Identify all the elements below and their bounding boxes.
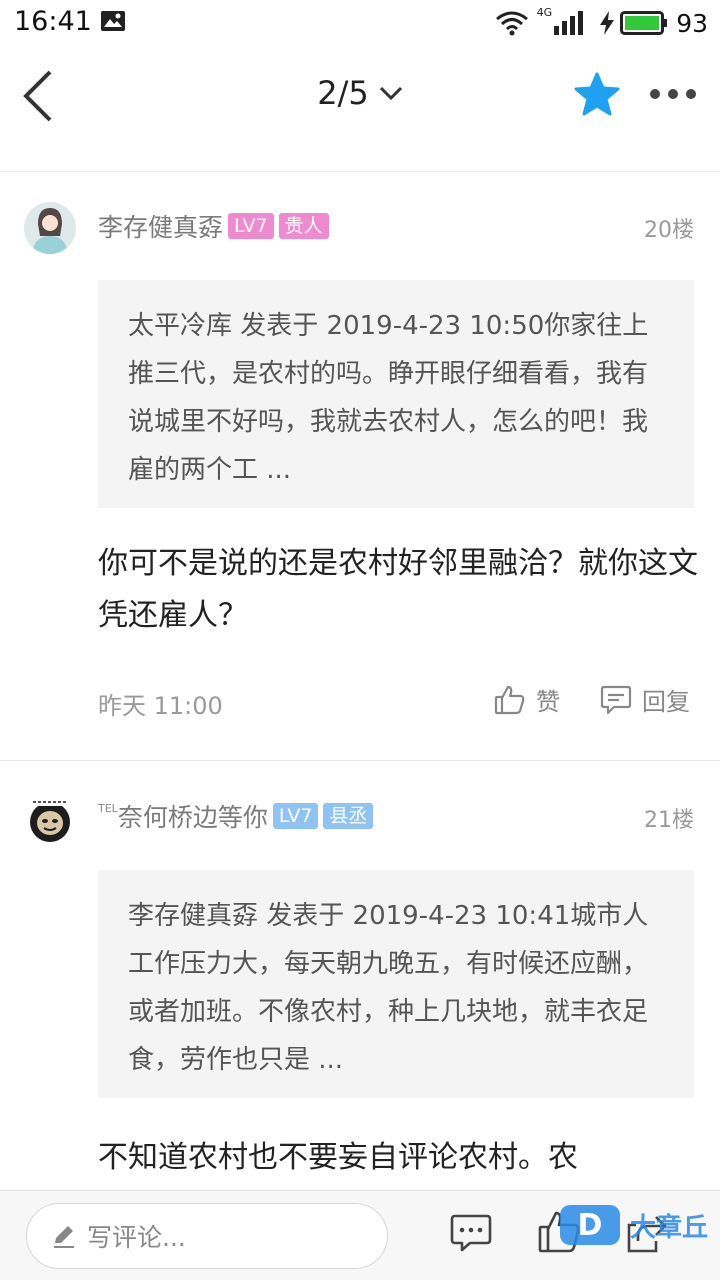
username[interactable]: 李存健真孬 <box>98 208 223 244</box>
signal-icon <box>554 11 584 35</box>
post-item: TEL 奈何桥边等你 LV7 县丞 21楼 李存健真孬 发表于 2019-4-2… <box>0 762 720 1190</box>
image-icon <box>101 11 125 31</box>
avatar[interactable] <box>24 792 76 844</box>
post-divider <box>0 760 720 761</box>
username-prefix: TEL <box>98 802 118 815</box>
level-badge: LV7 <box>228 213 274 239</box>
watermark: D 大章丘 <box>560 1205 708 1245</box>
page-indicator-text: 2/5 <box>317 74 369 112</box>
floor-number: 20楼 <box>644 218 694 243</box>
thumbs-up-icon <box>494 685 525 714</box>
quote-text: 太平冷库 发表于 2019-4-23 10:50你家往上推三代，是农村的吗。睁开… <box>128 311 649 485</box>
post-content: 不知道农村也不要妄自评论农村。农 <box>98 1140 578 1175</box>
status-right: 4G 93 <box>495 6 708 40</box>
avatar[interactable] <box>24 202 76 254</box>
quote-text: 李存健真孬 发表于 2019-4-23 10:41城市人工作压力大，每天朝九晚五… <box>128 901 649 1075</box>
avatar-image <box>24 792 76 844</box>
charging-icon <box>600 11 615 35</box>
battery-level: 93 <box>676 8 708 38</box>
like-label: 赞 <box>536 688 560 716</box>
comment-input[interactable]: 写评论... <box>26 1203 388 1269</box>
network-type: 4G <box>536 6 553 19</box>
status-time: 16:41 <box>14 6 92 37</box>
reply-icon <box>600 685 632 714</box>
edit-icon <box>54 1226 74 1248</box>
user-info: 李存健真孬 LV7 贵人 <box>98 210 329 242</box>
chevron-down-icon <box>379 86 402 101</box>
title-badge: 县丞 <box>323 803 374 829</box>
bottom-bar: 写评论... D 大章丘 <box>0 1190 720 1280</box>
post-item: 李存健真孬 LV7 贵人 20楼 太平冷库 发表于 2019-4-23 10:5… <box>0 172 720 760</box>
post-time: 昨天 11:00 <box>98 692 223 720</box>
status-bar: 16:41 4G 93 <box>0 0 720 46</box>
top-nav-bar: 2/5 <box>0 46 720 172</box>
reply-button[interactable]: 回复 <box>600 682 690 717</box>
watermark-logo: D <box>560 1205 620 1245</box>
battery-icon <box>620 11 668 35</box>
reply-label: 回复 <box>642 688 690 716</box>
watermark-text: 大章丘 <box>630 1212 709 1243</box>
quote-block[interactable]: 太平冷库 发表于 2019-4-23 10:50你家往上推三代，是农村的吗。睁开… <box>98 280 694 508</box>
username[interactable]: 奈何桥边等你 <box>118 798 268 834</box>
post-content: 你可不是说的还是农村好邻里融洽？就你这文凭还雇人？ <box>98 546 698 633</box>
comment-icon[interactable] <box>450 1213 492 1253</box>
like-button[interactable]: 赞 <box>494 682 560 717</box>
quote-block[interactable]: 李存健真孬 发表于 2019-4-23 10:41城市人工作压力大，每天朝九晚五… <box>98 870 694 1098</box>
more-icon[interactable] <box>648 86 698 102</box>
title-badge: 贵人 <box>278 213 329 239</box>
star-icon[interactable] <box>574 72 620 116</box>
wifi-icon <box>495 11 528 36</box>
level-badge: LV7 <box>272 803 319 829</box>
comment-placeholder: 写评论... <box>87 1223 186 1252</box>
floor-number: 21楼 <box>644 808 694 833</box>
user-info: TEL 奈何桥边等你 LV7 县丞 <box>98 798 374 834</box>
avatar-image <box>24 202 76 254</box>
